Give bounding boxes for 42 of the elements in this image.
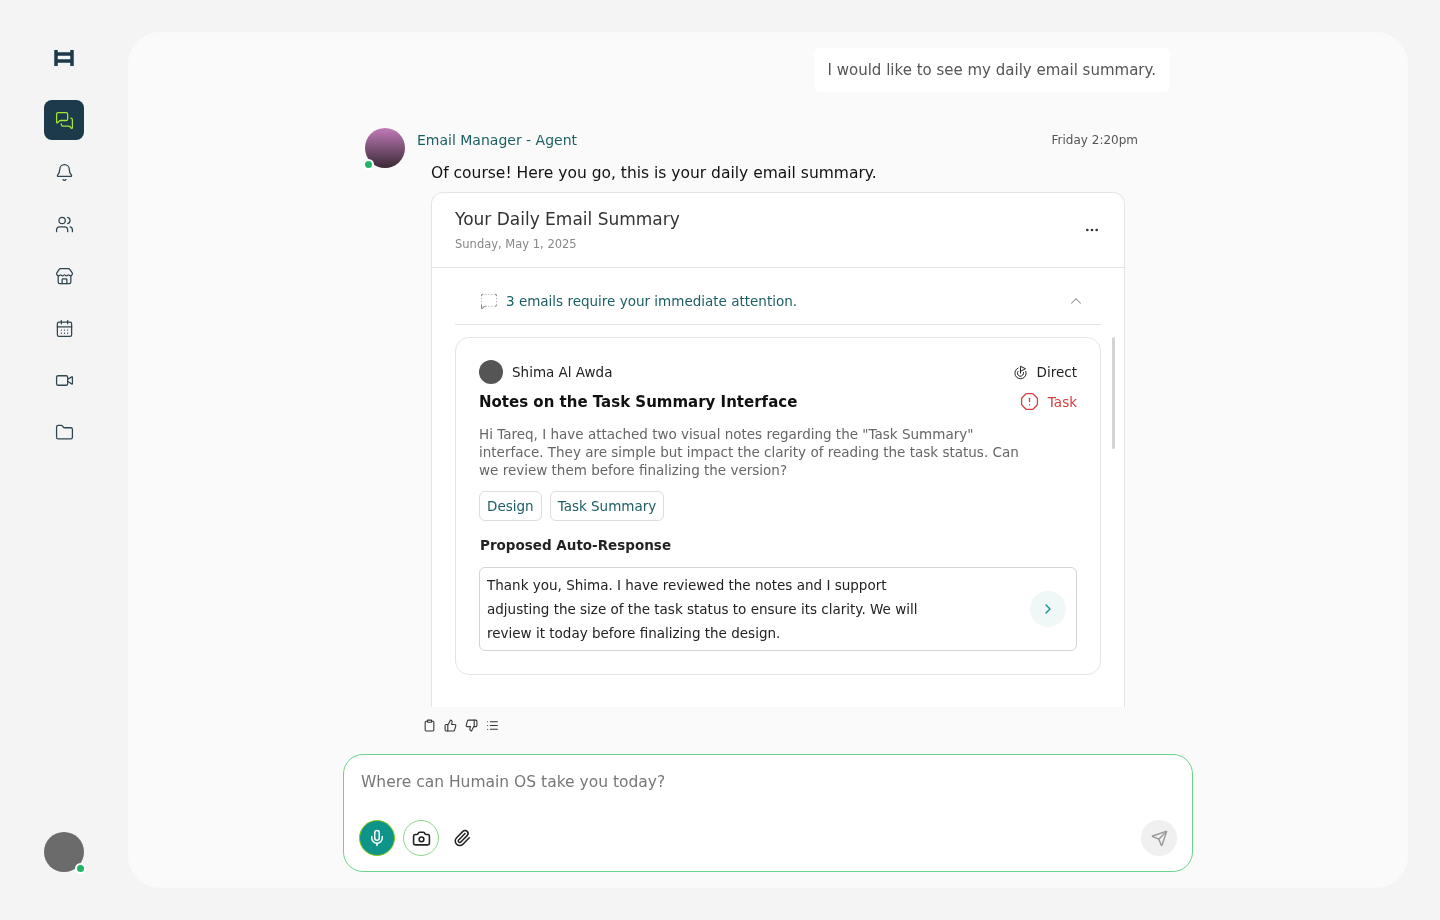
microphone-icon [368, 829, 386, 847]
list-button[interactable] [486, 719, 499, 732]
tag: Design [479, 491, 542, 521]
copy-button[interactable] [423, 719, 436, 732]
agent-avatar [365, 128, 405, 168]
tag: Task Summary [549, 491, 665, 521]
calendar-icon [54, 318, 74, 338]
thumbs-down-button[interactable] [465, 719, 478, 732]
logo-icon [54, 48, 74, 68]
card-date: Sunday, May 1, 2025 [455, 237, 578, 251]
sender-avatar [479, 360, 503, 384]
sidebar-item[interactable] [44, 100, 84, 140]
scrollbar[interactable] [1112, 337, 1115, 449]
target-icon [1012, 364, 1028, 380]
email-preview: Hi Tareq, I have attached two visual notes regarding the "Task Summary" interface. They are simple but impact the clarity of reading the task status. Can we review them before finalizing the version? [479, 425, 1020, 479]
send-button[interactable] [1141, 820, 1177, 856]
thumbs-up-button[interactable] [444, 719, 457, 732]
microphone-button[interactable] [359, 820, 395, 856]
folder-icon [54, 422, 74, 442]
camera-button[interactable] [403, 820, 439, 856]
email-subject: Notes on the Task Summary Interface [479, 392, 798, 411]
user-avatar[interactable] [44, 832, 84, 872]
response-text: Thank you, Shima. I have reviewed the notes and I support adjusting the size of the task status to ensure its clarity. We will review it today before finalizing the design. [487, 576, 919, 643]
chat-bubbles-icon [54, 110, 74, 130]
bell-icon [54, 162, 74, 182]
camera-icon [411, 828, 431, 848]
sender-name: Shima Al Awda [512, 364, 613, 380]
send-icon [1150, 829, 1168, 847]
store-icon [54, 266, 74, 286]
type-label: Task [1047, 393, 1077, 410]
alert-icon [1019, 392, 1039, 411]
message-icon [480, 292, 498, 310]
section-label: Proposed Auto-Response [480, 537, 673, 553]
users-icon [54, 214, 74, 234]
paperclip-icon [453, 829, 471, 847]
agent-message: Of course! Here you go, this is your daily email summary. [431, 164, 878, 182]
channel-label: Direct [1036, 364, 1077, 380]
card-title: Your Daily Email Summary [455, 209, 680, 229]
message-time: Friday 2:20pm [1051, 133, 1138, 147]
user-message: I would like to see my daily email summary. [813, 48, 1170, 92]
agent-name: Email Manager - Agent [417, 132, 578, 148]
attention-notice: 3 emails require your immediate attention. [506, 293, 799, 309]
